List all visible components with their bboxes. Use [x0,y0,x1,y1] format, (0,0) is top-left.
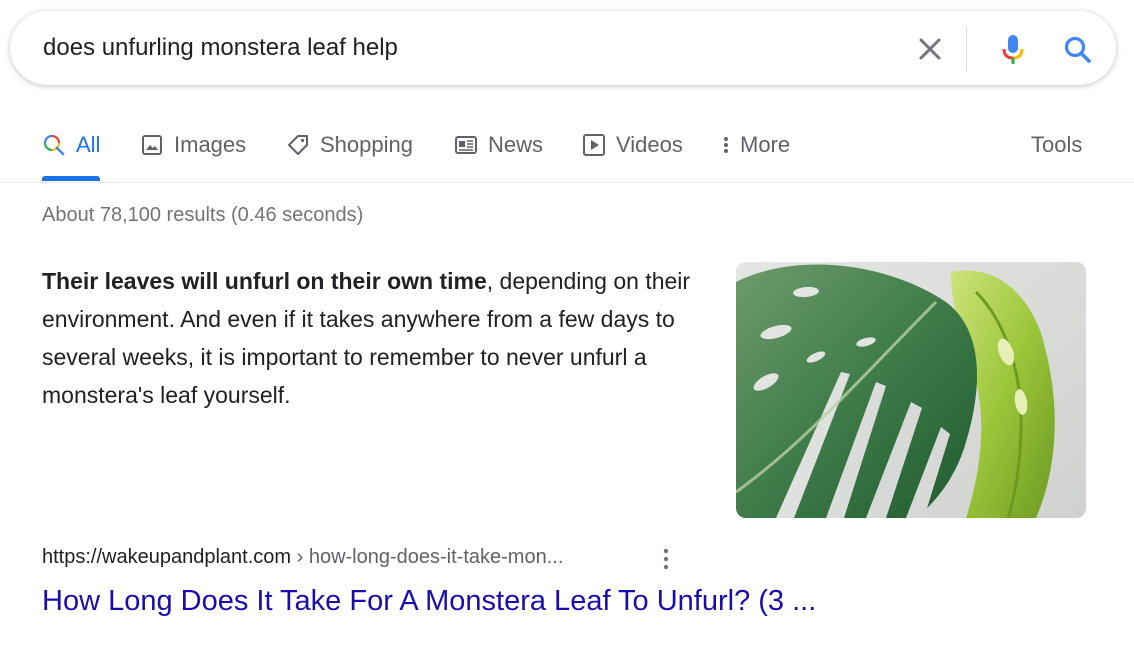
snippet-highlight: Their leaves will unfurl on their own ti… [42,268,487,294]
search-box-divider [966,27,967,71]
tabs-divider [0,182,1134,183]
result-domain: https://wakeupandplant.com [42,546,292,568]
tag-icon [288,135,308,155]
featured-snippet-text: Their leaves will unfurl on their own ti… [42,262,712,414]
vertical-dots-icon [724,137,728,153]
tab-label: Shopping [320,132,413,157]
tab-label: Videos [616,132,683,157]
search-icon [1064,36,1091,63]
tab-label: All [76,132,101,157]
monstera-leaf-image [736,262,1086,518]
microphone-icon [1002,35,1024,64]
search-box [10,11,1116,85]
tab-label: Tools [1031,132,1083,157]
tab-videos[interactable]: Videos [582,130,683,182]
play-icon [583,134,605,156]
result-path: › how-long-does-it-take-mon... [291,546,564,568]
featured-snippet-image[interactable] [736,262,1086,518]
result-title-link[interactable]: How Long Does It Take For A Monstera Lea… [42,585,816,618]
newspaper-icon [455,136,477,154]
tab-tools[interactable]: Tools [1031,130,1082,182]
result-url[interactable]: https://wakeupandplant.com › how-long-do… [42,546,563,569]
tab-all[interactable]: All [42,130,100,182]
search-button[interactable] [1058,30,1098,70]
search-tabs: All Images Shopping News Videos More Too… [0,130,1134,182]
image-icon [142,135,162,155]
tab-images[interactable]: Images [140,130,246,182]
tab-label: More [740,132,791,157]
clear-search-button[interactable] [914,33,946,65]
tab-shopping[interactable]: Shopping [286,130,413,182]
close-icon [919,38,941,60]
tab-label: Images [174,132,247,157]
tab-news[interactable]: News [454,130,543,182]
active-tab-indicator [42,176,100,181]
result-options-button[interactable] [654,546,678,574]
search-multicolor-icon [43,134,65,156]
tab-more[interactable]: More [720,130,790,182]
voice-search-button[interactable] [993,29,1033,69]
result-stats: About 78,100 results (0.46 seconds) [42,204,364,226]
tab-label: News [488,132,544,157]
vertical-dots-icon [663,548,669,570]
search-input[interactable] [43,31,883,65]
